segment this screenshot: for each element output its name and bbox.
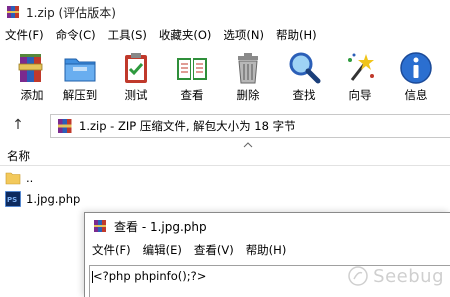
test-button[interactable]: 测试 [108, 46, 164, 106]
title-bar: 1.zip (评估版本) [0, 0, 450, 24]
menu-file[interactable]: 文件(F) [0, 27, 50, 43]
view-label: 查看 [180, 88, 204, 102]
toolbar: 添加 解压到 测试 查看 删除 查找 向导 信息 [0, 46, 450, 106]
list-item[interactable]: PS 1.jpg.php [0, 189, 450, 209]
add-archive-icon [18, 54, 43, 82]
menu-tools[interactable]: 工具(S) [102, 27, 153, 43]
list-item[interactable]: .. [0, 168, 450, 188]
viewer-menu-view[interactable]: 查看(V) [188, 242, 240, 258]
wizard-wand-icon [348, 53, 374, 81]
viewer-title-bar: 查看 - 1.jpg.php [85, 213, 450, 239]
extract-folder-icon [64, 58, 96, 82]
magnifier-icon [289, 52, 321, 84]
test-clipboard-icon [125, 53, 147, 83]
info-icon [400, 52, 432, 84]
extract-to-label: 解压到 [62, 88, 98, 102]
add-button[interactable]: 添加 [12, 46, 52, 106]
viewer-title: 查看 - 1.jpg.php [114, 219, 207, 234]
info-button[interactable]: 信息 [388, 46, 444, 106]
delete-label: 删除 [236, 88, 260, 102]
seebug-watermark: Seebug [347, 265, 444, 287]
menu-bar: 文件(F) 命令(C) 工具(S) 收藏夹(O) 选项(N) 帮助(H) [0, 24, 450, 46]
winrar-app-icon [7, 6, 19, 18]
up-arrow-icon[interactable]: ↑ [0, 110, 36, 140]
view-button[interactable]: 查看 [164, 46, 220, 106]
winrar-app-icon [94, 220, 106, 232]
menu-favorites[interactable]: 收藏夹(O) [153, 27, 218, 43]
menu-commands[interactable]: 命令(C) [50, 27, 102, 43]
address-field[interactable]: 1.zip - ZIP 压缩文件, 解包大小为 18 字节 [50, 114, 450, 138]
file-list-header: 名称 [0, 146, 450, 166]
info-label: 信息 [404, 88, 428, 102]
view-book-icon [177, 58, 207, 80]
wizard-button[interactable]: 向导 [332, 46, 388, 106]
php-file-icon: PS [5, 191, 21, 207]
svg-text:PS: PS [7, 196, 17, 204]
find-button[interactable]: 查找 [276, 46, 332, 106]
trash-icon [238, 53, 258, 84]
viewer-menu-file[interactable]: 文件(F) [85, 242, 137, 258]
add-label: 添加 [20, 88, 44, 102]
window-title: 1.zip (评估版本) [26, 5, 116, 20]
find-label: 查找 [292, 88, 316, 102]
zip-archive-icon [58, 119, 72, 133]
list-item-name: 1.jpg.php [26, 192, 81, 206]
seebug-logo-icon [348, 266, 368, 286]
viewer-menu-edit[interactable]: 编辑(E) [137, 242, 188, 258]
menu-options[interactable]: 选项(N) [217, 27, 270, 43]
viewer-menu-bar: 文件(F) 编辑(E) 查看(V) 帮助(H) [85, 239, 450, 261]
extract-to-button[interactable]: 解压到 [52, 46, 108, 106]
address-text: 1.zip - ZIP 压缩文件, 解包大小为 18 字节 [79, 119, 296, 133]
menu-help[interactable]: 帮助(H) [270, 27, 323, 43]
viewer-content: <?php phpinfo();?> [93, 269, 207, 283]
wizard-label: 向导 [348, 88, 372, 102]
watermark-text: Seebug [373, 265, 444, 287]
address-bar: ↑ 1.zip - ZIP 压缩文件, 解包大小为 18 字节 [0, 110, 450, 140]
delete-button[interactable]: 删除 [220, 46, 276, 106]
test-label: 测试 [124, 88, 148, 102]
list-item-name: .. [26, 171, 34, 185]
folder-icon [5, 172, 21, 185]
viewer-menu-help[interactable]: 帮助(H) [240, 242, 293, 258]
column-name[interactable]: 名称 [0, 148, 30, 164]
